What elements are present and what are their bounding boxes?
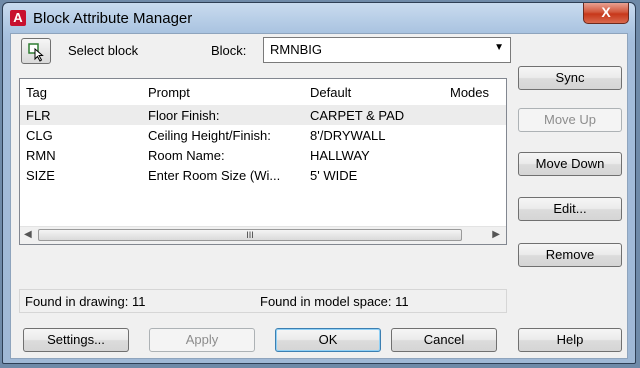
found-in-drawing: Found in drawing: 11 [25, 294, 146, 309]
row-prompt: Floor Finish: [148, 108, 220, 123]
horizontal-scrollbar[interactable]: ◀ III ▶ [20, 226, 506, 244]
row-default: 8'/DRYWALL [310, 128, 386, 143]
row-tag: FLR [26, 108, 51, 123]
ok-button[interactable]: OK [275, 328, 381, 352]
chevron-down-icon: ▼ [494, 42, 504, 53]
column-header-modes[interactable]: Modes [450, 85, 489, 100]
settings-button[interactable]: Settings... [23, 328, 129, 352]
apply-button[interactable]: Apply [149, 328, 255, 352]
row-prompt: Enter Room Size (Wi... [148, 168, 281, 183]
column-header-default[interactable]: Default [310, 85, 351, 100]
scroll-thumb[interactable]: III [38, 229, 462, 241]
column-header-prompt[interactable]: Prompt [148, 85, 190, 100]
list-header: Tag Prompt Default Modes [20, 79, 506, 106]
select-block-button[interactable] [21, 38, 51, 64]
table-row[interactable]: RMN Room Name: HALLWAY [20, 145, 506, 165]
row-tag: SIZE [26, 168, 55, 183]
autocad-icon: A [10, 10, 26, 26]
sync-button[interactable]: Sync [518, 66, 622, 90]
dialog-window: A Block Attribute Manager X Select block… [2, 2, 636, 364]
scroll-left-icon[interactable]: ◀ [24, 229, 32, 240]
select-block-icon [28, 43, 44, 62]
block-label: Block: [211, 43, 247, 58]
found-in-model-space: Found in model space: 11 [260, 294, 409, 309]
block-dropdown[interactable]: RMNBIG ▼ [263, 37, 511, 63]
close-button[interactable]: X [583, 3, 629, 24]
row-default: HALLWAY [310, 148, 370, 163]
status-panel: Found in drawing: 11 Found in model spac… [19, 289, 507, 313]
move-up-button[interactable]: Move Up [518, 108, 622, 132]
scroll-right-icon[interactable]: ▶ [492, 229, 500, 240]
row-prompt: Ceiling Height/Finish: [148, 128, 271, 143]
column-header-tag[interactable]: Tag [26, 85, 47, 100]
row-prompt: Room Name: [148, 148, 225, 163]
table-row[interactable]: SIZE Enter Room Size (Wi... 5' WIDE [20, 165, 506, 185]
window-title: Block Attribute Manager [33, 10, 193, 27]
row-default: 5' WIDE [310, 168, 358, 183]
row-default: CARPET & PAD [310, 108, 405, 123]
title-bar[interactable]: A Block Attribute Manager X [3, 3, 635, 33]
cancel-button[interactable]: Cancel [391, 328, 497, 352]
move-down-button[interactable]: Move Down [518, 152, 622, 176]
remove-button[interactable]: Remove [518, 243, 622, 267]
help-button[interactable]: Help [518, 328, 622, 352]
table-row[interactable]: CLG Ceiling Height/Finish: 8'/DRYWALL [20, 125, 506, 145]
dialog-body: Select block Block: RMNBIG ▼ Sync Move U… [10, 33, 628, 359]
row-tag: CLG [26, 128, 53, 143]
edit-button[interactable]: Edit... [518, 197, 622, 221]
block-dropdown-value: RMNBIG [270, 42, 322, 57]
table-row[interactable]: FLR Floor Finish: CARPET & PAD [20, 105, 506, 125]
attribute-list[interactable]: Tag Prompt Default Modes FLR Floor Finis… [19, 78, 507, 245]
row-tag: RMN [26, 148, 56, 163]
select-block-label: Select block [68, 43, 139, 58]
